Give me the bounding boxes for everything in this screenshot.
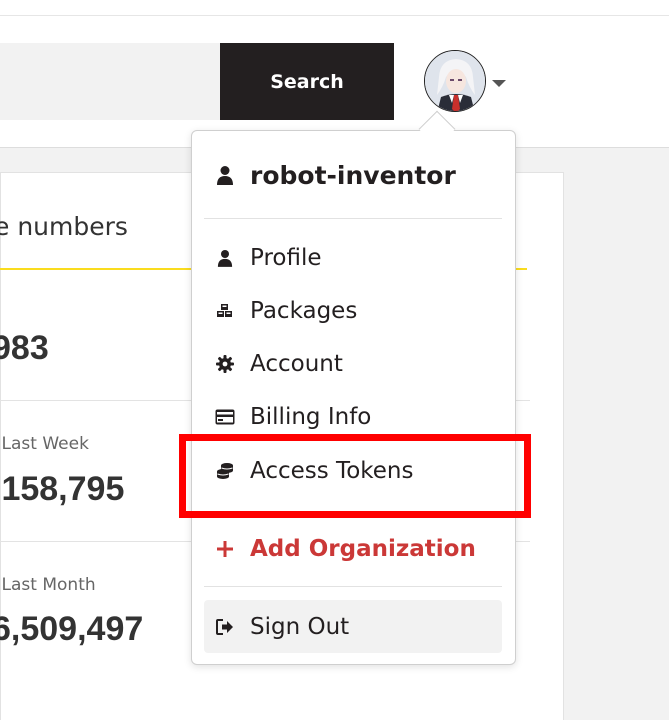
header-top-divider xyxy=(0,15,669,16)
menu-divider xyxy=(204,586,502,587)
menu-item-label: Account xyxy=(250,351,343,377)
user-icon xyxy=(214,247,236,269)
user-icon xyxy=(214,164,236,186)
menu-username: robot-inventor xyxy=(204,150,502,200)
menu-item-billing-info[interactable]: Billing Info xyxy=(204,392,502,442)
menu-item-sign-out[interactable]: Sign Out xyxy=(204,600,502,653)
search-input[interactable] xyxy=(0,43,220,120)
menu-item-account[interactable]: Account xyxy=(204,339,502,389)
menu-item-label: Sign Out xyxy=(250,613,350,640)
menu-item-access-tokens[interactable]: Access Tokens xyxy=(204,446,502,496)
credit-card-icon xyxy=(214,406,236,428)
menu-item-label: Packages xyxy=(250,298,358,324)
menu-username-text: robot-inventor xyxy=(250,160,456,190)
coins-icon xyxy=(214,460,236,482)
search-button[interactable]: Search xyxy=(220,43,394,120)
menu-item-label: Profile xyxy=(250,245,322,271)
menu-divider xyxy=(204,513,502,514)
total-downloads-value: 983 xyxy=(0,329,49,367)
menu-item-add-organization[interactable]: Add Organization xyxy=(204,524,502,574)
last-month-value: 6,509,497 xyxy=(0,610,144,648)
menu-item-profile[interactable]: Profile xyxy=(204,233,502,283)
page: Search e numbers 983 - Last Week ,158,79… xyxy=(0,0,669,720)
gear-icon xyxy=(214,353,236,375)
stats-panel-title: e numbers xyxy=(0,212,128,241)
menu-item-packages[interactable]: Packages xyxy=(204,286,502,336)
last-week-label: - Last Week xyxy=(0,434,89,454)
menu-item-label: Add Organization xyxy=(250,536,476,562)
menu-item-label: Billing Info xyxy=(250,404,372,430)
last-month-label: - Last Month xyxy=(0,575,96,595)
user-avatar[interactable] xyxy=(424,50,486,112)
menu-divider xyxy=(204,218,502,219)
avatar-illustration xyxy=(425,51,485,111)
last-week-value: ,158,795 xyxy=(0,470,125,508)
cubes-icon xyxy=(214,300,236,322)
menu-item-label: Access Tokens xyxy=(250,458,414,484)
sign-out-icon xyxy=(214,616,236,638)
plus-icon xyxy=(214,538,236,560)
chevron-down-icon[interactable] xyxy=(492,80,506,87)
